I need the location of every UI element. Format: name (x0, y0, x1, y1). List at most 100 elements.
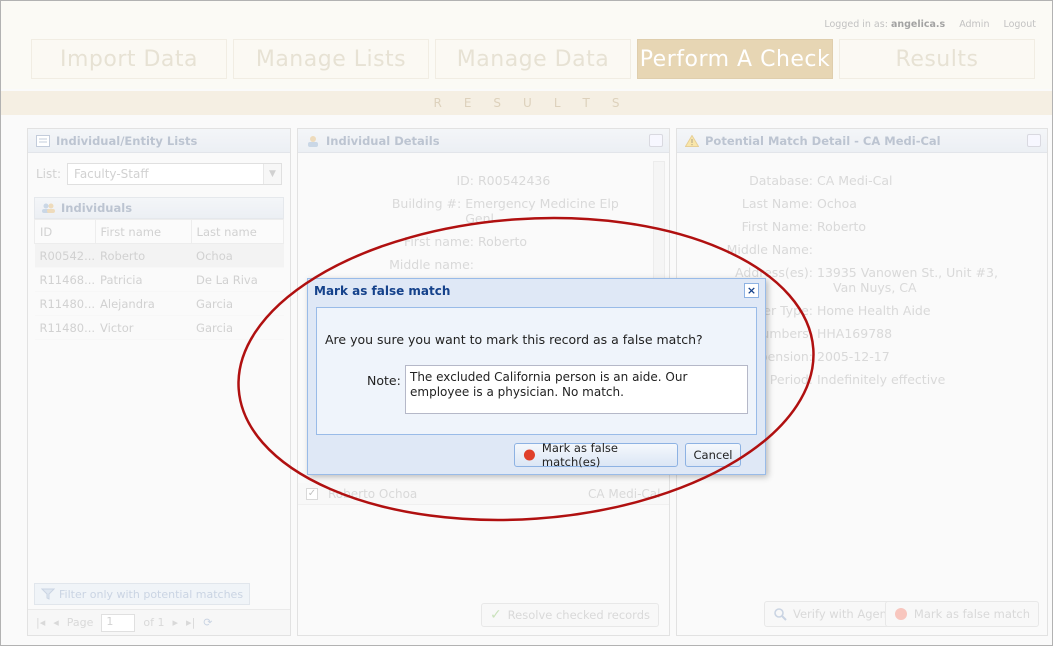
checkmark-icon: ✓ (489, 607, 502, 623)
details-panel-title: Individual Details (326, 133, 440, 148)
user-icon (308, 135, 318, 147)
page-label: Page (66, 616, 94, 629)
users-icon (42, 203, 55, 213)
match-checkbox[interactable]: ✓ (306, 487, 318, 500)
admin-link[interactable]: Admin (959, 19, 989, 30)
cell-id: R00542... (34, 243, 96, 268)
note-label: Note: (367, 373, 401, 388)
page-of-label: of 1 (143, 616, 165, 629)
column-header-last-name[interactable]: Last name (190, 219, 285, 244)
detail-row-first-name: First name: Roberto (404, 234, 528, 249)
banner-letter: R (433, 96, 442, 110)
panel-print-icon[interactable] (1027, 134, 1041, 147)
nav-tab-perform-a-check[interactable]: Perform A Check (637, 39, 833, 79)
magnifier-icon (774, 608, 787, 621)
refresh-icon[interactable]: ⟳ (203, 616, 212, 629)
filter-icon (41, 588, 55, 600)
cell-last-name: Garcia (191, 315, 284, 340)
prev-page-icon[interactable]: ◂ (53, 616, 59, 629)
nav-tab-manage-lists[interactable]: Manage Lists (233, 39, 429, 79)
column-header-id[interactable]: ID (34, 219, 96, 244)
details-panel-header: Individual Details (298, 129, 669, 153)
banner-letter: E (463, 96, 472, 110)
column-header-first-name[interactable]: First name (94, 219, 192, 244)
match-row-middle-name: Middle Name: (726, 242, 813, 257)
match-row-database: Database: CA Medi-Cal (749, 173, 893, 188)
resolve-label: Resolve checked records (507, 608, 650, 622)
dialog-question: Are you sure you want to mark this recor… (325, 332, 703, 347)
filter-potential-matches-button[interactable]: Filter only with potential matches (34, 583, 251, 605)
cell-first-name: Alejandra (95, 291, 192, 316)
pager: |◂ ◂ Page 1 of 1 ▸ ▸| ⟳ (28, 609, 290, 635)
cell-id: R11480... (34, 291, 96, 316)
first-page-icon[interactable]: |◂ (36, 616, 45, 629)
panel-print-icon[interactable] (649, 134, 663, 147)
nav-tab-import-data[interactable]: Import Data (31, 39, 227, 79)
close-icon[interactable]: × (744, 283, 759, 298)
dialog-title: Mark as false match (314, 284, 451, 298)
logout-link[interactable]: Logout (1003, 19, 1036, 30)
user-info: Logged in as: angelica.s Admin Logout (824, 19, 1036, 30)
match-row-last-name: Last Name: Ochoa (741, 196, 857, 211)
cell-id: R11480... (34, 315, 96, 340)
warning-icon (685, 134, 699, 147)
note-textarea[interactable]: The excluded California person is an aid… (405, 365, 748, 414)
match-row-first-name: First Name: Roberto (741, 219, 867, 234)
banner-letter: L (553, 96, 561, 110)
individuals-title: Individuals (61, 201, 133, 215)
table-header-row: ID First name Last name (34, 219, 285, 244)
banner-letter: T (582, 96, 590, 110)
nav-tab-results[interactable]: Results (839, 39, 1035, 79)
list-select-value: Faculty-Staff (74, 167, 149, 181)
section-banner: R E S U L T S (1, 91, 1052, 115)
match-panel-title: Potential Match Detail - CA Medi-Cal (705, 133, 941, 148)
details-fields: ID: R00542436 Building #: Emergency Medici… (298, 173, 638, 280)
mark-false-match-dialog: Mark as false match × Are you sure you w… (307, 278, 766, 475)
top-bar: Logged in as: angelica.s Admin Logout Im… (1, 1, 1052, 89)
last-page-icon[interactable]: ▸| (186, 616, 195, 629)
cell-last-name: Garcia (191, 291, 284, 316)
chevron-down-icon[interactable]: ▼ (263, 164, 281, 184)
lists-panel: Individual/Entity Lists List: Faculty-St… (27, 128, 291, 636)
cell-first-name: Victor (95, 315, 192, 340)
page-input[interactable]: 1 (101, 613, 136, 632)
table-row[interactable]: R11480... Victor Garcia (34, 315, 284, 340)
cell-id: R11468... (34, 267, 96, 292)
cell-last-name: De La Riva (191, 267, 284, 292)
cell-first-name: Patricia (95, 267, 192, 292)
match-database: CA Medi-Cal (588, 486, 661, 501)
dialog-header: Mark as false match × (308, 279, 765, 303)
individuals-header: Individuals (34, 197, 284, 219)
individuals-table: ID First name Last name R00542... Robert… (34, 219, 285, 340)
filter-label: Filter only with potential matches (59, 587, 244, 601)
lists-panel-header: Individual/Entity Lists (28, 129, 290, 153)
nav-tab-manage-data[interactable]: Manage Data (435, 39, 631, 79)
cell-last-name: Ochoa (191, 243, 284, 268)
table-row[interactable]: R00542... Roberto Ochoa (34, 243, 284, 268)
next-page-icon[interactable]: ▸ (173, 616, 179, 629)
match-name: Roberto Ochoa (328, 486, 418, 501)
match-check-row[interactable]: ✓ Roberto Ochoa CA Medi-Cal (298, 483, 669, 505)
list-select[interactable]: Faculty-Staff ▼ (67, 163, 282, 185)
table-row[interactable]: R11468... Patricia De La Riva (34, 267, 284, 292)
confirm-label: Mark as false match(es) (541, 441, 618, 469)
verify-label: Verify with Agency (793, 607, 900, 621)
banner-letter: S (611, 96, 620, 110)
banner-letter: U (523, 96, 532, 110)
banner-letter: S (493, 96, 502, 110)
table-row[interactable]: R11480... Alejandra Garcia (34, 291, 284, 316)
detail-row-building: Building #: Emergency Medicine Elp Genl (391, 196, 619, 226)
list-selector-row: List: Faculty-Staff ▼ (28, 153, 290, 185)
logged-in-text: Logged in as: angelica.s (824, 19, 946, 30)
confirm-false-match-button[interactable]: Mark as false match(es) (514, 441, 678, 469)
detail-row-id: ID: R00542436 (456, 173, 551, 188)
red-dot-icon (894, 608, 907, 620)
mark-as-false-match-button[interactable]: Mark as false match (884, 601, 1039, 627)
false-match-label: Mark as false match (913, 607, 1030, 621)
list-icon (36, 134, 50, 147)
match-panel-header: Potential Match Detail - CA Medi-Cal (677, 129, 1047, 153)
cancel-button[interactable]: Cancel (685, 443, 741, 467)
detail-row-middle-name: Middle name: (389, 257, 474, 272)
resolve-checked-records-button[interactable]: ✓ Resolve checked records (480, 603, 659, 627)
red-dot-icon (523, 449, 535, 461)
